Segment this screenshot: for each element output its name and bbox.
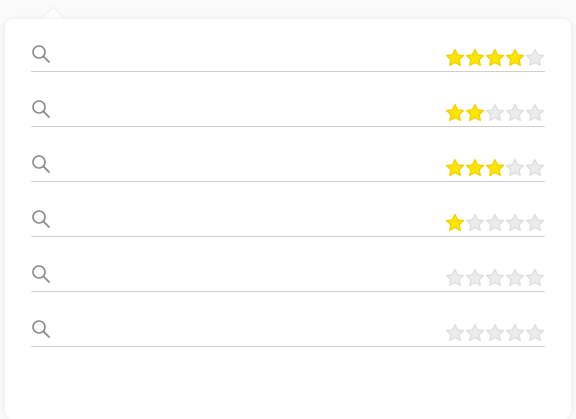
search-input[interactable]: [57, 43, 441, 69]
star-empty-icon[interactable]: [525, 213, 545, 233]
star-empty-icon[interactable]: [525, 323, 545, 343]
star-empty-icon[interactable]: [505, 103, 525, 123]
star-empty-icon[interactable]: [485, 103, 505, 123]
rating-row: [31, 151, 545, 205]
star-empty-icon[interactable]: [525, 48, 545, 68]
star-filled-icon[interactable]: [485, 48, 505, 68]
star-empty-icon[interactable]: [465, 213, 485, 233]
star-filled-icon[interactable]: [445, 103, 465, 123]
rating-row: [31, 41, 545, 95]
star-empty-icon[interactable]: [445, 323, 465, 343]
star-empty-icon[interactable]: [485, 213, 505, 233]
rating-row: [31, 316, 545, 369]
star-filled-icon[interactable]: [465, 48, 485, 68]
star-empty-icon[interactable]: [465, 268, 485, 288]
star-filled-icon[interactable]: [465, 158, 485, 178]
search-icon: [32, 265, 50, 283]
rating-row: [31, 261, 545, 315]
rating-rows: [31, 41, 545, 370]
star-rating[interactable]: [445, 323, 545, 343]
search-icon: [32, 210, 50, 228]
search-icon: [32, 100, 50, 118]
search-input[interactable]: [57, 263, 441, 289]
star-filled-icon[interactable]: [445, 158, 465, 178]
star-empty-icon[interactable]: [445, 268, 465, 288]
search-field: [31, 96, 545, 127]
star-rating[interactable]: [445, 48, 545, 68]
star-filled-icon[interactable]: [505, 48, 525, 68]
search-field: [31, 261, 545, 292]
search-input[interactable]: [57, 208, 441, 234]
star-filled-icon[interactable]: [445, 213, 465, 233]
rating-popover: [5, 19, 571, 419]
rating-row: [31, 206, 545, 260]
search-icon: [32, 155, 50, 173]
star-empty-icon[interactable]: [505, 268, 525, 288]
star-rating[interactable]: [445, 103, 545, 123]
star-empty-icon[interactable]: [485, 268, 505, 288]
star-empty-icon[interactable]: [505, 158, 525, 178]
rating-row: [31, 96, 545, 150]
search-input[interactable]: [57, 318, 441, 344]
star-rating[interactable]: [445, 158, 545, 178]
star-empty-icon[interactable]: [505, 213, 525, 233]
star-empty-icon[interactable]: [525, 268, 545, 288]
star-empty-icon[interactable]: [525, 158, 545, 178]
star-empty-icon[interactable]: [465, 323, 485, 343]
star-filled-icon[interactable]: [445, 48, 465, 68]
search-input[interactable]: [57, 98, 441, 124]
search-icon: [32, 320, 50, 338]
search-field: [31, 206, 545, 237]
star-empty-icon[interactable]: [525, 103, 545, 123]
star-empty-icon[interactable]: [505, 323, 525, 343]
search-field: [31, 151, 545, 182]
star-empty-icon[interactable]: [485, 323, 505, 343]
star-filled-icon[interactable]: [465, 103, 485, 123]
search-input[interactable]: [57, 153, 441, 179]
popover-caret: [42, 8, 64, 19]
search-field: [31, 41, 545, 72]
star-rating[interactable]: [445, 268, 545, 288]
search-icon: [32, 45, 50, 63]
star-filled-icon[interactable]: [485, 158, 505, 178]
star-rating[interactable]: [445, 213, 545, 233]
search-field: [31, 316, 545, 347]
